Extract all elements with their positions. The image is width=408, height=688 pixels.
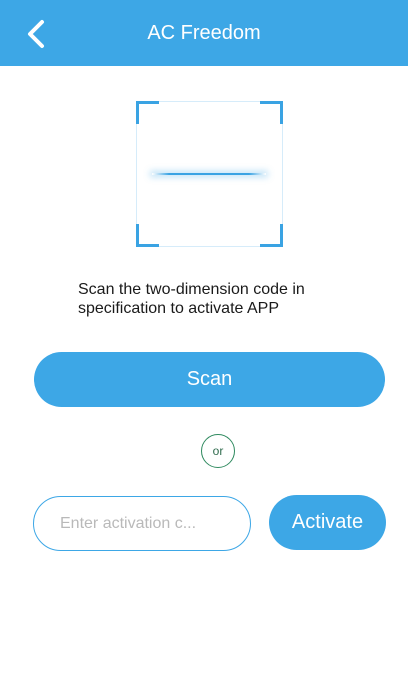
activation-code-input[interactable]	[33, 496, 251, 551]
scan-button[interactable]: Scan	[34, 352, 385, 407]
scan-instructions: Scan the two-dimension code in specifica…	[78, 281, 305, 317]
app-header: AC Freedom	[0, 0, 408, 66]
back-button[interactable]	[20, 16, 56, 52]
chevron-left-icon	[28, 20, 44, 48]
scan-line	[152, 173, 266, 175]
scanner-corner-top-left	[136, 101, 159, 124]
scanner-corner-bottom-left	[136, 224, 159, 247]
scanner-corner-bottom-right	[260, 224, 283, 247]
qr-scanner-frame	[136, 101, 283, 247]
activate-button[interactable]: Activate	[269, 495, 386, 550]
or-divider: or	[201, 434, 235, 468]
scanner-corner-top-right	[260, 101, 283, 124]
page-title: AC Freedom	[147, 22, 261, 44]
